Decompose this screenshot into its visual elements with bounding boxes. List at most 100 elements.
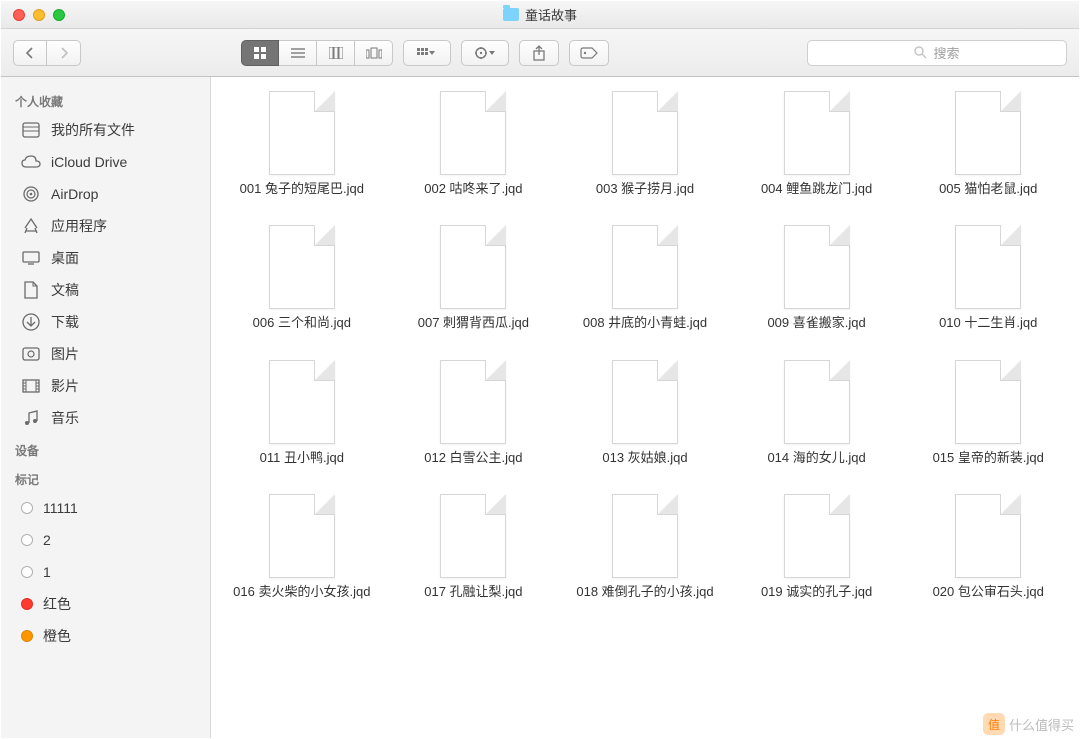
watermark: 值 什么值得买 [983,713,1074,735]
sidebar-item-applications[interactable]: 应用程序 [1,210,210,242]
file-item[interactable]: 004 鲤鱼跳龙门.jqd [736,91,898,197]
finder-window: 童话故事 搜索 个人收藏 [0,0,1080,739]
sidebar: 个人收藏 我的所有文件iCloud DriveAirDrop应用程序桌面文稿下载… [1,77,211,738]
file-name-label: 006 三个和尚.jqd [253,315,351,331]
file-name-label: 009 喜雀搬家.jqd [767,315,865,331]
icon-view-button[interactable] [241,40,279,66]
file-name-label: 003 猴子捞月.jqd [596,181,694,197]
file-name-label: 004 鲤鱼跳龙门.jqd [761,181,872,197]
folder-icon [503,8,519,21]
sidebar-item-all-files[interactable]: 我的所有文件 [1,114,210,146]
file-item[interactable]: 002 咕咚来了.jqd [393,91,555,197]
sidebar-tag-label: 红色 [43,592,71,616]
file-name-label: 016 卖火柴的小女孩.jqd [233,584,370,600]
document-icon [440,91,506,175]
sidebar-tag-item[interactable]: 11111 [1,492,210,524]
file-item[interactable]: 012 白雪公主.jqd [393,360,555,466]
tag-dot-icon [21,534,33,546]
window-body: 个人收藏 我的所有文件iCloud DriveAirDrop应用程序桌面文稿下载… [1,77,1079,738]
coverflow-view-button[interactable] [355,40,393,66]
document-icon [612,91,678,175]
sidebar-header-devices: 设备 [1,434,210,463]
sidebar-item-label: 影片 [51,374,79,398]
file-item[interactable]: 010 十二生肖.jqd [907,225,1069,331]
tag-dot-icon [21,598,33,610]
tag-dot-icon [21,502,33,514]
sidebar-item-desktop[interactable]: 桌面 [1,242,210,274]
file-item[interactable]: 008 井底的小青蛙.jqd [564,225,726,331]
share-button[interactable] [519,40,559,66]
sidebar-tag-item[interactable]: 1 [1,556,210,588]
movies-icon [21,376,41,396]
tag-dot-icon [21,630,33,642]
document-icon [612,494,678,578]
action-menu-button[interactable] [461,40,509,66]
sidebar-item-documents[interactable]: 文稿 [1,274,210,306]
sidebar-item-pictures[interactable]: 图片 [1,338,210,370]
file-item[interactable]: 020 包公审石头.jqd [907,494,1069,600]
document-icon [955,360,1021,444]
airdrop-icon [21,184,41,204]
toolbar: 搜索 [1,29,1079,77]
sidebar-tag-item[interactable]: 橙色 [1,620,210,652]
document-icon [784,225,850,309]
sidebar-item-label: 桌面 [51,246,79,270]
search-icon [914,46,927,59]
file-name-label: 012 白雪公主.jqd [424,450,522,466]
document-icon [440,225,506,309]
sidebar-item-label: 文稿 [51,278,79,302]
column-view-button[interactable] [317,40,355,66]
file-item[interactable]: 005 猫怕老鼠.jqd [907,91,1069,197]
back-button[interactable] [13,40,47,66]
file-name-label: 007 刺猬背西瓜.jqd [418,315,529,331]
maximize-button[interactable] [53,9,65,21]
document-icon [440,494,506,578]
file-item[interactable]: 018 难倒孔子的小孩.jqd [564,494,726,600]
sidebar-tag-label: 1 [43,560,51,584]
tags-button[interactable] [569,40,609,66]
sidebar-tag-label: 2 [43,528,51,552]
document-icon [784,91,850,175]
sidebar-tag-item[interactable]: 红色 [1,588,210,620]
sidebar-item-movies[interactable]: 影片 [1,370,210,402]
music-icon [21,408,41,428]
file-item[interactable]: 015 皇帝的新装.jqd [907,360,1069,466]
sidebar-tag-item[interactable]: 2 [1,524,210,556]
file-item[interactable]: 014 海的女儿.jqd [736,360,898,466]
file-item[interactable]: 011 丑小鸭.jqd [221,360,383,466]
sidebar-item-airdrop[interactable]: AirDrop [1,178,210,210]
file-grid: 001 兔子的短尾巴.jqd 002 咕咚来了.jqd 003 猴子捞月.jqd 00… [221,91,1069,600]
list-view-button[interactable] [279,40,317,66]
sidebar-tag-label: 橙色 [43,624,71,648]
minimize-button[interactable] [33,9,45,21]
document-icon [269,360,335,444]
window-controls [1,9,65,21]
file-item[interactable]: 003 猴子捞月.jqd [564,91,726,197]
sidebar-item-downloads[interactable]: 下载 [1,306,210,338]
watermark-badge: 值 [983,713,1005,735]
file-item[interactable]: 017 孔融让梨.jqd [393,494,555,600]
sidebar-item-icloud[interactable]: iCloud Drive [1,146,210,178]
arrange-button[interactable] [403,40,451,66]
file-item[interactable]: 019 诚实的孔子.jqd [736,494,898,600]
file-name-label: 002 咕咚来了.jqd [424,181,522,197]
sidebar-item-music[interactable]: 音乐 [1,402,210,434]
forward-button[interactable] [47,40,81,66]
watermark-text: 什么值得买 [1009,715,1074,734]
search-field[interactable]: 搜索 [807,40,1067,66]
document-icon [269,494,335,578]
close-button[interactable] [13,9,25,21]
search-placeholder: 搜索 [933,43,959,62]
file-item[interactable]: 009 喜雀搬家.jqd [736,225,898,331]
file-item[interactable]: 001 兔子的短尾巴.jqd [221,91,383,197]
file-item[interactable]: 006 三个和尚.jqd [221,225,383,331]
file-item[interactable]: 013 灰姑娘.jqd [564,360,726,466]
view-mode-segment [241,40,393,66]
file-item[interactable]: 016 卖火柴的小女孩.jqd [221,494,383,600]
file-name-label: 013 灰姑娘.jqd [602,450,687,466]
document-icon [269,225,335,309]
sidebar-item-label: 我的所有文件 [51,118,135,142]
file-item[interactable]: 007 刺猬背西瓜.jqd [393,225,555,331]
file-browser[interactable]: 001 兔子的短尾巴.jqd 002 咕咚来了.jqd 003 猴子捞月.jqd 00… [211,77,1079,738]
file-name-label: 005 猫怕老鼠.jqd [939,181,1037,197]
